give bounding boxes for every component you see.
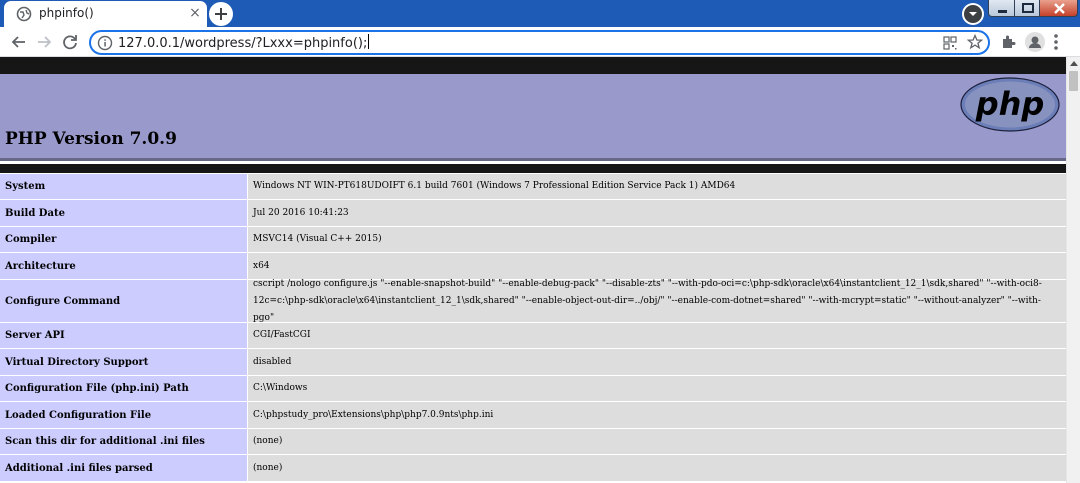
restore-icon [1022,3,1034,13]
reload-icon[interactable] [59,31,81,53]
extensions-icon[interactable] [1000,34,1016,50]
tab-title: phpinfo() [39,6,94,20]
header-divider [0,164,1066,173]
minimize-icon [998,10,1007,13]
tab-search-button[interactable] [962,3,984,25]
row-label: System [0,174,247,199]
row-label: Additional .ini files parsed [0,455,247,481]
account-button[interactable] [1025,32,1045,52]
qr-code-icon[interactable] [943,36,957,50]
table-row: Compiler MSVC14 (Visual C++ 2015) [0,227,1066,253]
tab-strip: phpinfo() × [0,0,1080,27]
row-value: CGI/FastCGI [248,323,1066,348]
menu-icon[interactable] [1053,33,1059,51]
scrollbar-thumb[interactable] [1069,71,1078,91]
globe-icon [16,6,32,22]
account-icon [1029,36,1041,48]
row-label: Loaded Configuration File [0,402,247,428]
page-viewport: php PHP Version 7.0.9 System Windows NT W… [0,57,1066,483]
info-table: System Windows NT WIN-PT618UDOIFT 6.1 bui… [0,174,1066,482]
row-label: Build Date [0,200,247,226]
row-label: Virtual Directory Support [0,349,247,375]
text-cursor [368,34,370,49]
row-label: Compiler [0,227,247,252]
table-row: Build Date Jul 20 2016 10:41:23 [0,200,1066,227]
row-label: Configuration File (php.ini) Path [0,376,247,401]
new-tab-button[interactable] [209,2,233,26]
row-label: Scan this dir for additional .ini files [0,429,247,454]
row-value: C:\phpstudy_pro\Extensions\php\php7.0.9n… [248,402,1066,428]
table-row: Virtual Directory Support disabled [0,349,1066,376]
page-title: PHP Version 7.0.9 [5,129,177,149]
scroll-up-icon[interactable] [1070,60,1078,66]
plus-icon [215,8,227,20]
minimize-button[interactable] [988,0,1015,17]
table-row: Loaded Configuration File C:\phpstudy_pro… [0,402,1066,429]
close-window-button[interactable] [1039,0,1078,17]
table-row: Scan this dir for additional .ini files(… [0,429,1066,455]
row-value: Jul 20 2016 10:41:23 [248,200,1066,226]
row-label: Configure Command [0,280,247,322]
row-value: (none) [248,429,1066,454]
row-value: disabled [248,349,1066,375]
address-bar[interactable]: 127.0.0.1/wordpress/?Lxxx=phpinfo(); [89,30,990,55]
table-row: System Windows NT WIN-PT618UDOIFT 6.1 bui… [0,174,1066,200]
table-row: Additional .ini files parsed (none) [0,455,1066,482]
table-row: Server API CGI/FastCGI [0,323,1066,349]
back-icon[interactable] [8,31,30,53]
row-value: MSVC14 (Visual C++ 2015) [248,227,1066,252]
row-value: Windows NT WIN-PT618UDOIFT 6.1 build 760… [248,174,1066,199]
row-value: (none) [248,455,1066,481]
browser-toolbar: 127.0.0.1/wordpress/?Lxxx=phpinfo(); [0,27,1080,57]
row-value: C:\Windows [248,376,1066,401]
close-icon [1054,3,1065,14]
tab-close-icon[interactable]: × [187,4,203,22]
table-row: Configuration File (php.ini) Path C:\Wind… [0,376,1066,402]
php-logo: php [960,77,1060,132]
php-logo-text: php [975,85,1045,123]
table-row: Configure Command cscript /nologo configu… [0,279,1066,323]
window-controls [988,0,1078,17]
row-label: Architecture [0,253,247,279]
star-icon[interactable] [967,34,983,50]
vertical-scrollbar[interactable] [1066,57,1080,483]
chevron-down-icon [964,5,982,23]
top-divider [0,57,1066,74]
url-text[interactable]: 127.0.0.1/wordpress/?Lxxx=phpinfo(); [118,34,370,51]
row-value: cscript /nologo configure.js "--enable-s… [248,279,1066,323]
info-icon[interactable] [97,35,113,51]
row-label: Server API [0,323,247,348]
maximize-button[interactable] [1014,0,1040,17]
tab-phpinfo[interactable]: phpinfo() × [4,1,207,27]
forward-icon[interactable] [33,31,55,53]
php-header: php PHP Version 7.0.9 [0,74,1066,161]
